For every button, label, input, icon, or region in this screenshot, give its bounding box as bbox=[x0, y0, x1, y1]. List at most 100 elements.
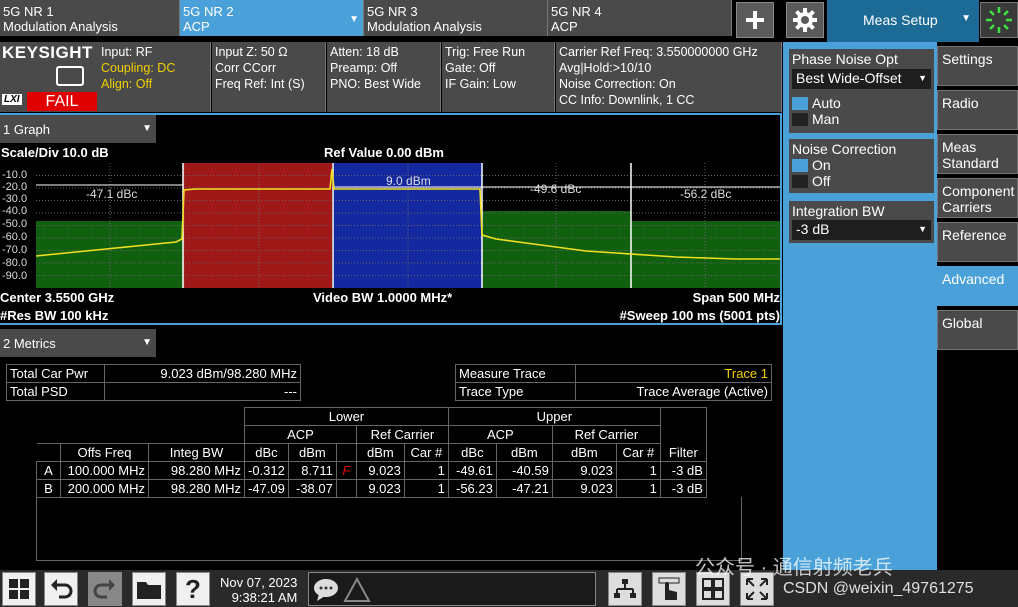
carrier-info[interactable]: Carrier Ref Freq: 3.550000000 GHz Avg|Ho… bbox=[556, 42, 782, 112]
menu-meas-standard[interactable]: Meas Standard bbox=[937, 134, 1018, 174]
table-row: Total PSD --- bbox=[6, 382, 301, 401]
message-icon[interactable] bbox=[56, 66, 84, 86]
dbm-header: dBm bbox=[551, 443, 617, 462]
upper-ref-cell: 9.023 bbox=[551, 461, 617, 480]
tab-label: 5G NR 1 bbox=[3, 4, 54, 19]
brand-block: KEYSIGHT LXI FAIL bbox=[0, 42, 98, 112]
sweep-label[interactable]: #Sweep 100 ms (5001 pts) bbox=[620, 308, 780, 323]
status-button[interactable] bbox=[980, 2, 1018, 38]
ref-value-label: Ref Value 0.00 dBm bbox=[324, 145, 444, 160]
total-psd-label: Total PSD bbox=[6, 382, 105, 401]
upper-header: Upper bbox=[447, 407, 661, 426]
trace-type-label: Trace Type bbox=[455, 382, 576, 401]
menu-reference[interactable]: Reference bbox=[937, 222, 1018, 262]
on-radio bbox=[792, 159, 808, 172]
sun-icon bbox=[986, 7, 1012, 33]
menu-advanced[interactable]: Advanced bbox=[937, 266, 1018, 306]
redo-button[interactable] bbox=[88, 572, 122, 606]
atten-info[interactable]: Atten: 18 dB Preamp: Off PNO: Best Wide bbox=[327, 42, 441, 112]
offs-freq-cell: 100.000 MHz bbox=[60, 461, 149, 480]
graph-view-label: 1 Graph bbox=[3, 122, 50, 137]
span-label[interactable]: Span 500 MHz bbox=[693, 290, 780, 305]
tab-5g-nr-2[interactable]: 5G NR 2 ACP ▼ bbox=[180, 0, 364, 36]
tab-5g-nr-1[interactable]: 5G NR 1 Modulation Analysis bbox=[0, 0, 180, 36]
filter-header: Filter bbox=[659, 443, 707, 462]
menu-radio[interactable]: Radio bbox=[937, 90, 1018, 130]
menu-global[interactable]: Global bbox=[937, 310, 1018, 350]
undo-button[interactable] bbox=[44, 572, 78, 606]
menu-label: Settings bbox=[942, 51, 993, 67]
settings-button[interactable] bbox=[786, 2, 824, 38]
lower-ref-carrier-header: Ref Carrier bbox=[355, 425, 449, 444]
menu-label: Radio bbox=[942, 95, 979, 111]
metrics-view-selector[interactable]: 2 Metrics ▼ bbox=[0, 329, 156, 357]
off-label: Off bbox=[812, 173, 831, 189]
menu-settings[interactable]: Settings bbox=[937, 46, 1018, 86]
table-header-row: Lower Upper bbox=[37, 407, 707, 426]
meas-setup-label: Meas Setup bbox=[863, 12, 938, 28]
corr-info[interactable]: Input Z: 50 Ω Corr CCorr Freq Ref: Int (… bbox=[212, 42, 326, 112]
measure-trace-value: Trace 1 bbox=[575, 364, 772, 383]
tab-5g-nr-3[interactable]: 5G NR 3 Modulation Analysis bbox=[364, 0, 548, 36]
info-trig: Trig: Free Run bbox=[445, 45, 526, 59]
fail-indicator: FAIL bbox=[27, 92, 97, 111]
upper-dbc-cell: -56.23 bbox=[447, 479, 497, 498]
y-tick: -80.0 bbox=[2, 257, 28, 269]
upper-dbm-cell: -40.59 bbox=[495, 461, 553, 480]
res-bw-label[interactable]: #Res BW 100 kHz bbox=[0, 308, 108, 323]
info-atten: Atten: 18 dB bbox=[330, 45, 399, 59]
tab-5g-nr-4[interactable]: 5G NR 4 ACP bbox=[548, 0, 732, 36]
lower-acp-header: ACP bbox=[244, 425, 357, 444]
car-num-header: Car # bbox=[615, 443, 661, 462]
info-gate: Gate: Off bbox=[445, 61, 496, 75]
help-button[interactable]: ? bbox=[176, 572, 210, 606]
windows-button[interactable] bbox=[2, 572, 36, 606]
tab-sublabel: Modulation Analysis bbox=[367, 19, 482, 34]
chat-icon bbox=[314, 579, 338, 601]
dbm-header: dBm bbox=[355, 443, 405, 462]
tab-label: 5G NR 2 bbox=[183, 4, 234, 19]
folder-button[interactable] bbox=[132, 572, 166, 606]
meas-setup-button[interactable]: Meas Setup ▼ bbox=[827, 0, 979, 42]
add-screen-button[interactable] bbox=[736, 2, 774, 38]
integ-bw-cell: 98.280 MHz bbox=[148, 479, 245, 498]
car-num-header: Car # bbox=[403, 443, 449, 462]
metrics-view-label: 2 Metrics bbox=[3, 336, 56, 351]
auto-radio bbox=[792, 97, 808, 110]
on-option[interactable]: On bbox=[792, 157, 931, 173]
lower-car-cell: 1 bbox=[403, 479, 449, 498]
off-option[interactable]: Off bbox=[792, 173, 931, 189]
total-psd-value: --- bbox=[104, 382, 301, 401]
man-option[interactable]: Man bbox=[792, 111, 931, 127]
menu-label: Meas Standard bbox=[942, 139, 999, 171]
network-button[interactable] bbox=[608, 572, 642, 606]
lower-header: Lower bbox=[244, 407, 449, 426]
scale-div-label: Scale/Div 10.0 dB bbox=[1, 145, 109, 160]
date-label: Nov 07, 2023 bbox=[220, 575, 298, 590]
tab-sublabel: ACP bbox=[551, 19, 578, 34]
upper-car-cell: 1 bbox=[615, 461, 661, 480]
center-freq-label[interactable]: Center 3.5500 GHz bbox=[0, 290, 114, 305]
upper-dbm-cell: -47.21 bbox=[495, 479, 553, 498]
chevron-down-icon[interactable]: ▼ bbox=[349, 12, 359, 27]
info-input-z: Input Z: 50 Ω bbox=[215, 45, 288, 59]
menu-component-carriers[interactable]: Component Carriers bbox=[937, 178, 1018, 218]
expand-icon bbox=[746, 578, 768, 600]
video-bw-label[interactable]: Video BW 1.0000 MHz* bbox=[313, 290, 452, 305]
upper-dbc-cell: -49.61 bbox=[447, 461, 497, 480]
measure-trace-label: Measure Trace bbox=[455, 364, 576, 383]
message-button[interactable] bbox=[308, 572, 596, 606]
auto-option[interactable]: Auto bbox=[792, 95, 931, 111]
graph-view-selector[interactable]: 1 Graph ▼ bbox=[0, 115, 156, 143]
info-avg-hold: Avg|Hold:>10/10 bbox=[559, 61, 652, 75]
touch-button[interactable] bbox=[652, 572, 686, 606]
integration-bw-dropdown[interactable]: -3 dB ▼ bbox=[792, 220, 931, 240]
lower-dbm-cell: -38.07 bbox=[287, 479, 337, 498]
trigger-info[interactable]: Trig: Free Run Gate: Off IF Gain: Low bbox=[442, 42, 555, 112]
dbc-header: dBc bbox=[244, 443, 289, 462]
input-info[interactable]: Input: RF Coupling: DC Align: Off bbox=[98, 42, 211, 112]
table-row: Total Car Pwr 9.023 dBm/98.280 MHz bbox=[6, 364, 301, 383]
clock: Nov 07, 2023 9:38:21 AM bbox=[220, 575, 297, 605]
phase-noise-opt-dropdown[interactable]: Best Wide-Offset ▼ bbox=[792, 69, 931, 89]
trace-type-value: Trace Average (Active) bbox=[575, 382, 772, 401]
